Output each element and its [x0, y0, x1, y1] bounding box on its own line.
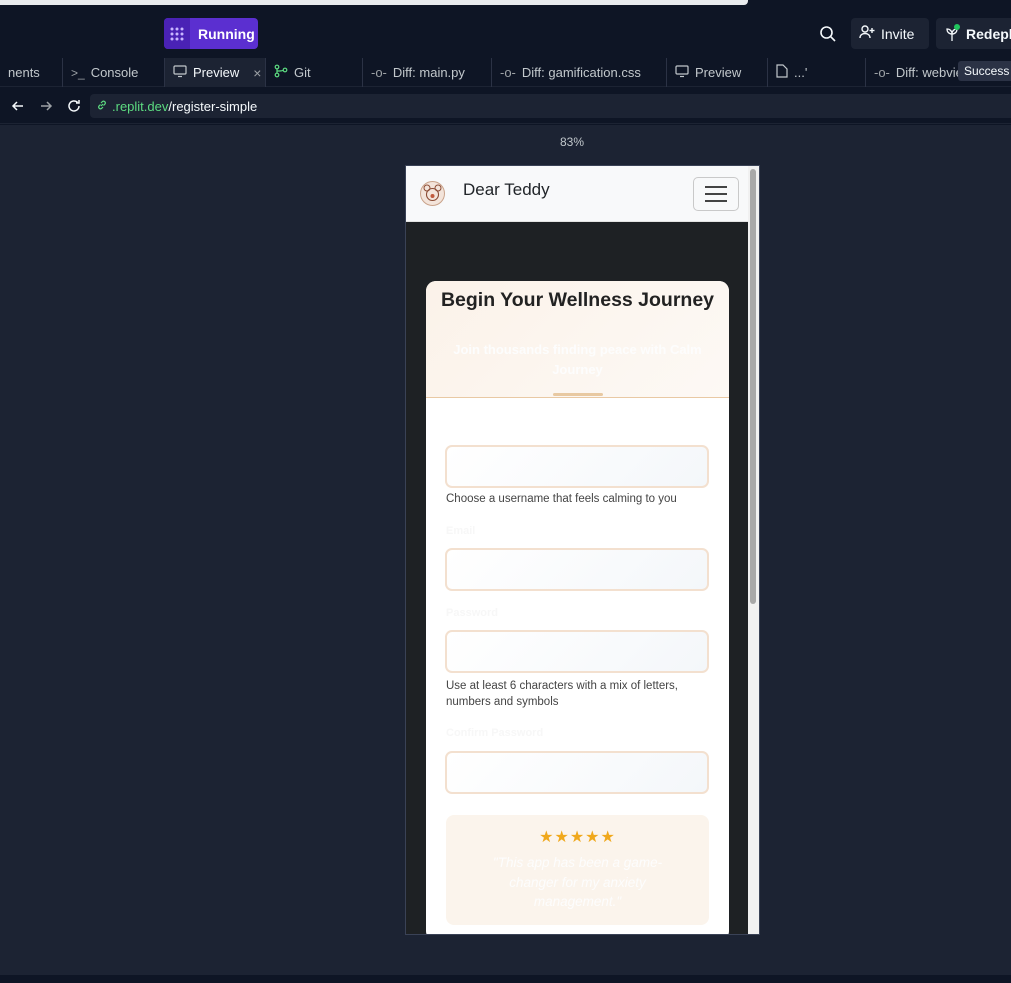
- url-path: /register-simple: [168, 98, 258, 114]
- monitor-icon: [173, 64, 187, 81]
- tab-preview-active[interactable]: Preview ×: [165, 58, 266, 87]
- tab-git[interactable]: Git: [266, 58, 363, 87]
- tab-preview[interactable]: Preview: [667, 58, 768, 87]
- horizontal-scrollbar[interactable]: [0, 0, 748, 5]
- tab-diff-main[interactable]: -o- Diff: main.py: [363, 58, 492, 87]
- card-title: Begin Your Wellness Journey: [440, 289, 715, 311]
- hamburger-icon-bar: [705, 200, 727, 202]
- refresh-icon[interactable]: [66, 98, 82, 114]
- search-icon[interactable]: [818, 24, 838, 44]
- running-label: Running: [198, 25, 255, 42]
- add-user-icon: [859, 24, 875, 43]
- running-button[interactable]: Running: [164, 18, 258, 49]
- redeploy-button[interactable]: Redeploy: [936, 18, 1011, 49]
- tab-components[interactable]: nents: [0, 58, 63, 87]
- stop-grid-icon: [164, 18, 190, 49]
- preview-scrollbar[interactable]: [748, 166, 759, 934]
- username-input[interactable]: [445, 445, 709, 488]
- window-top-strip: [0, 0, 1011, 8]
- terminal-icon: >_: [71, 65, 85, 80]
- commit-icon: -o-: [500, 65, 516, 80]
- tab-label: Diff: main.py: [392, 65, 465, 80]
- username-help: Choose a username that feels calming to …: [446, 493, 677, 505]
- url-host: .replit.dev: [112, 98, 169, 114]
- tab-label: nents: [8, 65, 40, 80]
- password-help: Use at least 6 characters with a mix of …: [446, 680, 679, 708]
- testimonial-quote: "This app has been a game-changer for my…: [492, 855, 663, 909]
- status-dot: [954, 23, 960, 30]
- email-input[interactable]: [445, 548, 709, 591]
- tab-label: Preview: [193, 65, 240, 80]
- app-brand[interactable]: Dear Teddy: [463, 180, 550, 200]
- card-subtitle: Join thousands finding peace with Calm J…: [453, 342, 702, 377]
- link-icon: [96, 99, 108, 114]
- tab-diff-gamification[interactable]: -o- Diff: gamification.css: [492, 58, 667, 87]
- testimonial-box: ★★★★★ "This app has been a game-changer …: [446, 815, 709, 925]
- invite-label: Invite: [881, 25, 915, 42]
- tab-console[interactable]: >_ Console: [63, 58, 165, 87]
- commit-icon: -o-: [371, 65, 387, 80]
- url-field[interactable]: .replit.dev/register-simple: [90, 94, 1011, 118]
- redeploy-label: Redeploy: [966, 25, 1011, 42]
- menu-toggle-button[interactable]: [693, 177, 739, 211]
- commit-icon: -o-: [874, 65, 890, 80]
- device-preview-frame: Dear Teddy Begin Your Wellness Journey J…: [405, 165, 760, 935]
- scrollbar-thumb[interactable]: [750, 169, 756, 604]
- preview-url-bar: .replit.dev/register-simple: [0, 88, 1011, 124]
- tab-label: Git: [294, 65, 311, 80]
- back-arrow-icon[interactable]: [10, 98, 26, 114]
- file-icon: [776, 64, 788, 81]
- monitor-icon: [675, 64, 689, 81]
- success-tooltip: Success: [958, 61, 1011, 81]
- zoom-level: 83%: [560, 135, 585, 149]
- git-icon: [274, 64, 288, 81]
- tab-label: Diff: webvie: [895, 65, 963, 80]
- password-input[interactable]: [445, 630, 709, 673]
- tab-bar: nents >_ Console Preview × Git -o- Diff:…: [0, 58, 1011, 87]
- confirm-password-label: Confirm Password: [446, 727, 544, 739]
- star-rating: ★★★★★: [539, 829, 616, 846]
- teddy-logo-icon[interactable]: [420, 181, 445, 206]
- window-bottom-strip: [0, 975, 1011, 983]
- header-accent-line: [553, 393, 603, 396]
- email-label: Email: [446, 525, 476, 537]
- register-card: Begin Your Wellness Journey Join thousan…: [426, 281, 729, 934]
- forward-arrow-icon[interactable]: [38, 98, 54, 114]
- confirm-password-input[interactable]: [445, 751, 709, 794]
- deploy-icon: [944, 23, 960, 42]
- tab-label: Console: [90, 65, 139, 80]
- hamburger-icon-bar: [705, 193, 727, 195]
- invite-button[interactable]: Invite: [851, 18, 929, 49]
- card-header: Begin Your Wellness Journey Join thousan…: [426, 281, 729, 398]
- workspace-header: Running Invite Redeploy: [0, 8, 1011, 58]
- tab-label: ...': [794, 65, 808, 80]
- tab-label: Diff: gamification.css: [521, 65, 641, 80]
- tab-file[interactable]: ...': [768, 58, 866, 87]
- password-label: Password: [446, 607, 498, 619]
- tab-label: Preview: [695, 65, 742, 80]
- hamburger-icon-bar: [705, 186, 727, 188]
- app-navbar: Dear Teddy: [406, 166, 749, 222]
- close-icon[interactable]: ×: [253, 65, 261, 81]
